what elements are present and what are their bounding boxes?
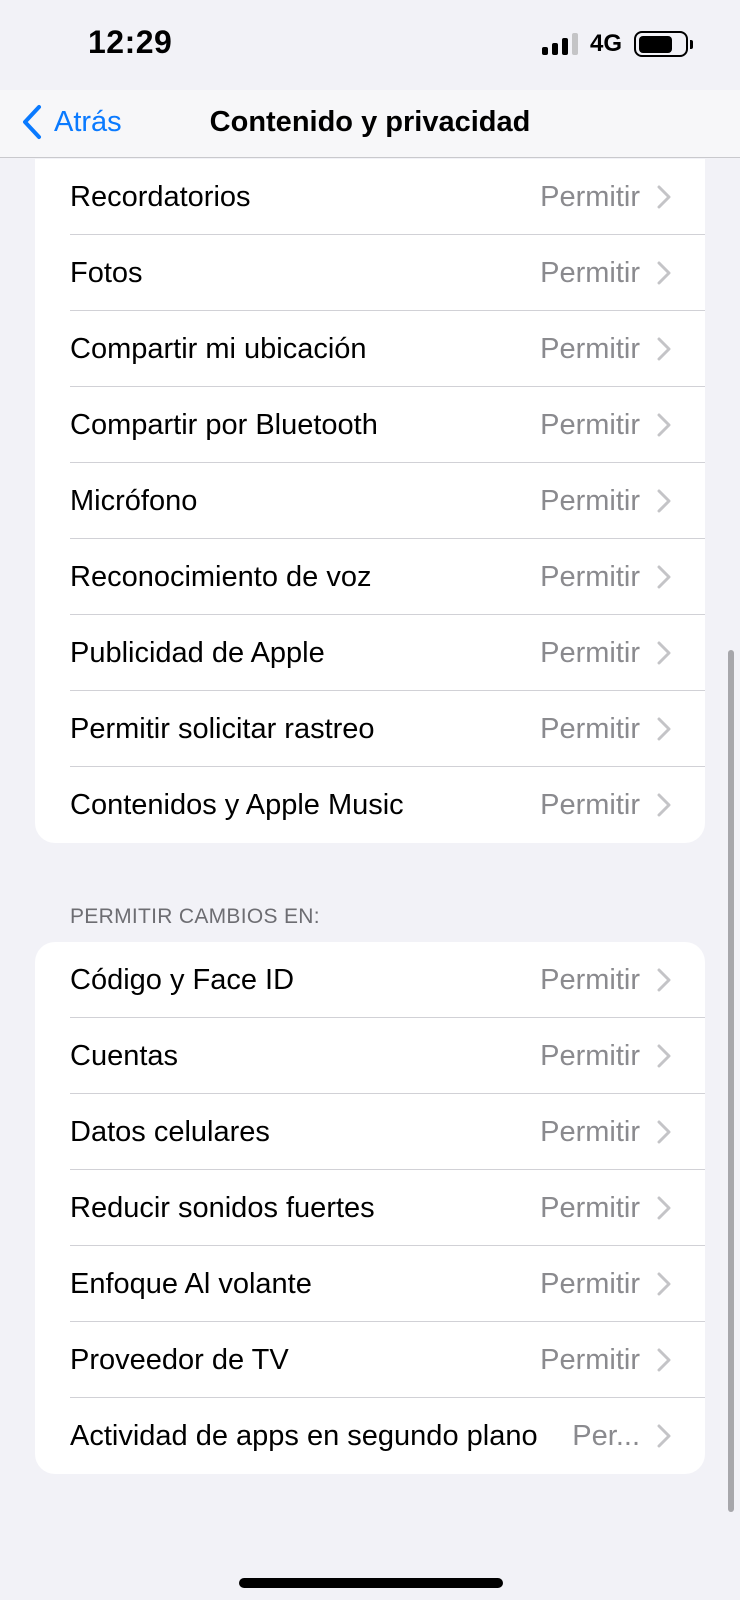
- list-item-value: Permitir: [540, 180, 640, 213]
- list-item-label: Reducir sonidos fuertes: [70, 1191, 375, 1224]
- privacy-settings-group: Recordatorios Permitir Fotos Permitir Compar…: [35, 159, 705, 843]
- cellular-signal-icon: [541, 33, 578, 55]
- list-item-value: Permitir: [540, 408, 640, 441]
- chevron-right-icon: [657, 641, 671, 665]
- list-item[interactable]: Proveedor de TV Permitir: [35, 1322, 705, 1398]
- status-time: 12:29: [88, 24, 173, 60]
- chevron-right-icon: [657, 565, 671, 589]
- back-button-label: Atrás: [54, 105, 122, 138]
- list-item-label: Publicidad de Apple: [70, 636, 325, 669]
- list-item[interactable]: Compartir mi ubicación Permitir: [35, 311, 705, 387]
- list-item-value: Permitir: [540, 1039, 640, 1072]
- chevron-right-icon: [657, 1348, 671, 1372]
- chevron-right-icon: [657, 968, 671, 992]
- chevron-right-icon: [657, 489, 671, 513]
- list-item-label: Código y Face ID: [70, 963, 295, 996]
- chevron-right-icon: [657, 1272, 671, 1296]
- list-item-label: Compartir por Bluetooth: [70, 408, 378, 441]
- list-item-label: Enfoque Al volante: [70, 1267, 312, 1300]
- navigation-bar: Contenido y privacidad Atrás: [0, 90, 740, 158]
- settings-list[interactable]: Recordatorios Permitir Fotos Permitir Compar…: [0, 159, 740, 1600]
- chevron-right-icon: [657, 185, 671, 209]
- list-item[interactable]: Compartir por Bluetooth Permitir: [35, 387, 705, 463]
- home-indicator[interactable]: [239, 1578, 503, 1588]
- list-item-label: Fotos: [70, 256, 143, 289]
- list-item[interactable]: Actividad de apps en segundo plano Per...: [35, 1398, 705, 1474]
- list-item-value: Permitir: [540, 636, 640, 669]
- list-item-label: Compartir mi ubicación: [70, 332, 367, 365]
- chevron-right-icon: [657, 413, 671, 437]
- chevron-right-icon: [657, 1196, 671, 1220]
- list-item-label: Actividad de apps en segundo plano: [70, 1419, 538, 1452]
- list-item[interactable]: Permitir solicitar rastreo Permitir: [35, 691, 705, 767]
- allow-changes-group: Código y Face ID Permitir Cuentas Permitir D…: [35, 942, 705, 1474]
- battery-level: [638, 35, 673, 53]
- list-item-value: Permitir: [540, 484, 640, 517]
- list-item-value: Permitir: [540, 332, 640, 365]
- list-item-value: Permitir: [540, 1267, 640, 1300]
- list-item-label: Proveedor de TV: [70, 1343, 289, 1376]
- list-item-label: Contenidos y Apple Music: [70, 788, 404, 821]
- list-item-value: Permitir: [540, 560, 640, 593]
- list-item-value: Permitir: [540, 788, 640, 821]
- list-item[interactable]: Fotos Permitir: [35, 235, 705, 311]
- list-item-label: Datos celulares: [70, 1115, 270, 1148]
- list-item-value: Permitir: [540, 712, 640, 745]
- list-item-value: Permitir: [540, 1191, 640, 1224]
- list-item-value: Permitir: [540, 1115, 640, 1148]
- list-item-label: Reconocimiento de voz: [70, 560, 372, 593]
- status-bar: 12:29 4G: [0, 0, 740, 90]
- chevron-right-icon: [657, 1044, 671, 1068]
- list-item-value: Permitir: [540, 1343, 640, 1376]
- list-item[interactable]: Enfoque Al volante Permitir: [35, 1246, 705, 1322]
- list-item[interactable]: Recordatorios Permitir: [35, 159, 705, 235]
- status-icons: 4G: [541, 30, 693, 58]
- list-item[interactable]: Micrófono Permitir: [35, 463, 705, 539]
- battery-tip: [690, 40, 693, 49]
- list-item[interactable]: Cuentas Permitir: [35, 1018, 705, 1094]
- back-button[interactable]: Atrás: [20, 102, 122, 142]
- chevron-right-icon: [657, 337, 671, 361]
- network-type: 4G: [589, 30, 622, 57]
- screen: 12:29 4G Contenido y privacidad Atrás Re…: [0, 0, 740, 1600]
- list-item-label: Recordatorios: [70, 180, 251, 213]
- list-item-label: Cuentas: [70, 1039, 179, 1072]
- battery-icon: [634, 31, 693, 57]
- list-item-value: Permitir: [540, 963, 640, 996]
- list-item-label: Micrófono: [70, 484, 198, 517]
- list-item[interactable]: Código y Face ID Permitir: [35, 942, 705, 1018]
- scroll-indicator[interactable]: [728, 650, 734, 1512]
- list-item[interactable]: Publicidad de Apple Permitir: [35, 615, 705, 691]
- list-item-value: Permitir: [540, 256, 640, 289]
- chevron-right-icon: [657, 261, 671, 285]
- list-item[interactable]: Reconocimiento de voz Permitir: [35, 539, 705, 615]
- chevron-right-icon: [657, 1120, 671, 1144]
- section-header: PERMITIR CAMBIOS EN:: [70, 905, 320, 928]
- list-item[interactable]: Datos celulares Permitir: [35, 1094, 705, 1170]
- chevron-right-icon: [657, 793, 671, 817]
- chevron-right-icon: [657, 717, 671, 741]
- list-item-value: Per...: [572, 1419, 640, 1452]
- chevron-right-icon: [657, 1424, 671, 1448]
- list-item-label: Permitir solicitar rastreo: [70, 712, 375, 745]
- chevron-left-icon: [23, 105, 41, 139]
- list-item[interactable]: Contenidos y Apple Music Permitir: [35, 767, 705, 843]
- list-item[interactable]: Reducir sonidos fuertes Permitir: [35, 1170, 705, 1246]
